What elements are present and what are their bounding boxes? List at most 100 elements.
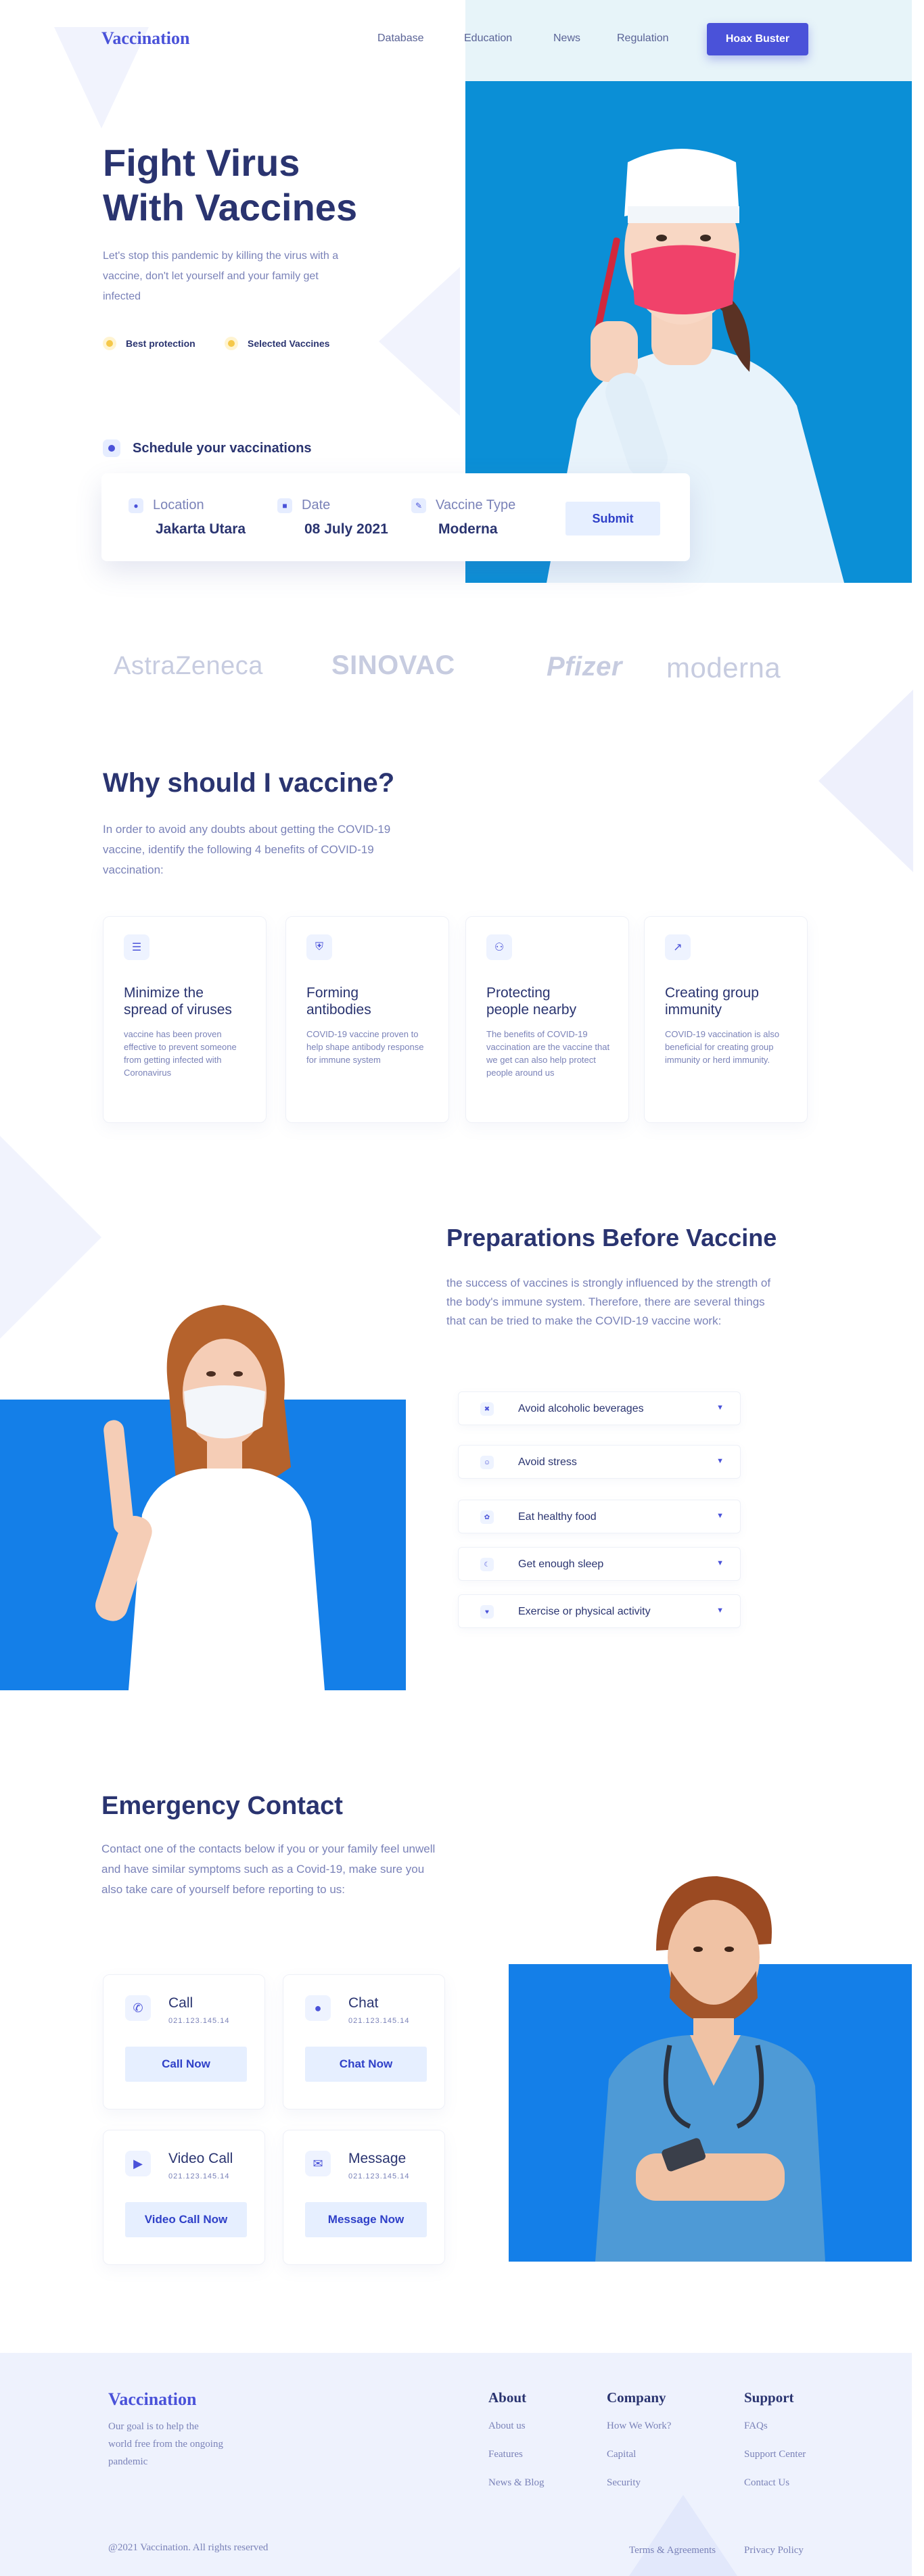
footer-link-about-us[interactable]: About us [488, 2420, 526, 2432]
shield-icon: ⛨ [306, 934, 332, 960]
footer-link-support-center[interactable]: Support Center [744, 2449, 806, 2460]
prep-item[interactable]: ☾ Get enough sleep ▼ [458, 1547, 741, 1581]
nav-link-database[interactable]: Database [377, 32, 424, 45]
footer-link-how-we-work[interactable]: How We Work? [607, 2420, 671, 2432]
chat-now-button[interactable]: Chat Now [305, 2047, 427, 2082]
badge-selected-vaccines: Selected Vaccines [225, 337, 329, 350]
footer-link-contact-us[interactable]: Contact Us [744, 2477, 789, 2489]
footer-col-title-about: About [488, 2389, 527, 2406]
decor-triangle [818, 690, 913, 872]
footer-link-news-blog[interactable]: News & Blog [488, 2477, 545, 2489]
prep-item[interactable]: ♥ Exercise or physical activity ▼ [458, 1594, 741, 1628]
schedule-label: Schedule your vaccinations [133, 440, 312, 456]
date-field[interactable]: ■ Date 08 July 2021 [277, 498, 388, 538]
call-now-button[interactable]: Call Now [125, 2047, 247, 2082]
why-intro: In order to avoid any doubts about getti… [103, 823, 391, 876]
pin-icon: ● [129, 498, 143, 513]
logo-moderna: moderna [666, 652, 781, 684]
hero-subtitle: Let's stop this pandemic by killing the … [103, 250, 339, 302]
footer-link-faqs[interactable]: FAQs [744, 2420, 768, 2432]
logo-sinovac: SINOVAC [331, 650, 455, 680]
benefit-card: ⛨ Forming antibodies COVID-19 vaccine pr… [285, 916, 449, 1123]
contact-card: ✆ Call 021.123.145.14 Call Now [103, 1974, 265, 2109]
sleep-icon: ☾ [480, 1558, 494, 1571]
footer-link-security[interactable]: Security [607, 2477, 641, 2489]
benefit-title: Protecting people nearby [486, 985, 577, 1018]
footer-col-title-support: Support [744, 2389, 794, 2406]
video-icon: ▶ [125, 2151, 151, 2176]
chevron-down-icon[interactable]: ▼ [716, 1512, 724, 1520]
date-value: 08 July 2021 [304, 521, 388, 537]
prep-intro: the success of vaccines is strongly infl… [446, 1277, 771, 1327]
footer-copyright: @2021 Vaccination. All rights reserved [108, 2542, 269, 2553]
contact-title: Chat [348, 1995, 379, 2011]
benefit-title: Forming antibodies [306, 985, 371, 1018]
prep-item[interactable]: ✖ Avoid alcoholic beverages ▼ [458, 1391, 741, 1425]
vaccine-type-label: Vaccine Type [436, 498, 516, 512]
contact-number: 021.123.145.14 [168, 2172, 230, 2180]
chevron-down-icon[interactable]: ▼ [716, 1559, 724, 1567]
vaccine-type-value: Moderna [438, 521, 498, 537]
decor-triangle [379, 267, 460, 416]
benefit-text: The benefits of COVID-19 vaccination are… [486, 1029, 610, 1078]
emergency-title: Emergency Contact [101, 1792, 343, 1820]
badge-label: Best protection [126, 338, 195, 349]
schedule-form: ● Location Jakarta Utara ■ Date 08 July … [101, 473, 690, 561]
benefit-text: vaccine has been proven effective to pre… [124, 1029, 237, 1078]
nav-link-regulation[interactable]: Regulation [617, 32, 669, 45]
hero-title: Fight Virus With Vaccines [103, 141, 357, 230]
footer-link-privacy[interactable]: Privacy Policy [744, 2545, 804, 2556]
brand-logo[interactable]: Vaccination [101, 28, 190, 49]
prep-title: Preparations Before Vaccine [446, 1224, 777, 1251]
nav-link-news[interactable]: News [553, 32, 580, 45]
nav-link-education[interactable]: Education [464, 32, 512, 45]
video-call-now-button[interactable]: Video Call Now [125, 2202, 247, 2237]
chevron-down-icon[interactable]: ▼ [716, 1457, 724, 1465]
relax-icon: ☺ [480, 1456, 494, 1469]
footer-link-features[interactable]: Features [488, 2449, 523, 2460]
hero-title-line2: With Vaccines [103, 186, 358, 229]
chevron-down-icon[interactable]: ▼ [716, 1606, 724, 1615]
contact-card: ● Chat 021.123.145.14 Chat Now [283, 1974, 445, 2109]
prep-item[interactable]: ☺ Avoid stress ▼ [458, 1445, 741, 1479]
wine-icon: ✖ [480, 1402, 494, 1416]
chevron-down-icon[interactable]: ▼ [716, 1404, 724, 1412]
vaccine-type-field[interactable]: ✎ Vaccine Type Moderna [411, 498, 515, 538]
prep-item-label: Exercise or physical activity [518, 1606, 651, 1617]
contact-card: ✉ Message 021.123.145.14 Message Now [283, 2130, 445, 2265]
benefit-card: ☰ Minimize the spread of viruses vaccine… [103, 916, 267, 1123]
contact-card: ▶ Video Call 021.123.145.14 Video Call N… [103, 2130, 265, 2265]
sliders-icon: ☰ [124, 934, 149, 960]
prep-item-label: Avoid stress [518, 1456, 577, 1468]
benefit-title: Minimize the spread of viruses [124, 985, 232, 1018]
message-now-button[interactable]: Message Now [305, 2202, 427, 2237]
benefit-card: ↗ Creating group immunity COVID-19 vacci… [644, 916, 808, 1123]
calendar-small-icon: ■ [277, 498, 292, 513]
location-value: Jakarta Utara [156, 521, 246, 537]
phone-icon: ✆ [125, 1995, 151, 2021]
footer-col-title-company: Company [607, 2389, 666, 2406]
benefit-title: Creating group immunity [665, 985, 759, 1018]
submit-button[interactable]: Submit [565, 502, 660, 535]
mail-icon: ✉ [305, 2151, 331, 2176]
badge-best-protection: Best protection [103, 337, 195, 350]
emergency-intro: Contact one of the contacts below if you… [101, 1842, 436, 1896]
benefit-text: COVID-19 vaccination is also beneficial … [665, 1029, 780, 1065]
location-field[interactable]: ● Location Jakarta Utara [129, 498, 246, 538]
footer-link-terms[interactable]: Terms & Agreements [629, 2545, 716, 2556]
location-label: Location [153, 498, 204, 512]
woman-mask-illustration [95, 1305, 325, 1690]
prep-item-label: Eat healthy food [518, 1511, 597, 1523]
benefit-text: COVID-19 vaccine proven to help shape an… [306, 1029, 424, 1065]
schedule-heading: Schedule your vaccinations [103, 439, 312, 457]
footer-link-capital[interactable]: Capital [607, 2449, 636, 2460]
heart-icon: ♥ [480, 1605, 494, 1619]
footer-brand[interactable]: Vaccination [108, 2389, 197, 2410]
doctor-illustration [595, 1876, 825, 2262]
group-icon: ⚇ [486, 934, 512, 960]
shield-badge-icon [103, 337, 116, 350]
hoax-buster-button[interactable]: Hoax Buster [707, 23, 808, 55]
logo-pfizer: Pfizer [547, 652, 622, 682]
prep-item-label: Get enough sleep [518, 1558, 604, 1570]
prep-item[interactable]: ✿ Eat healthy food ▼ [458, 1500, 741, 1533]
